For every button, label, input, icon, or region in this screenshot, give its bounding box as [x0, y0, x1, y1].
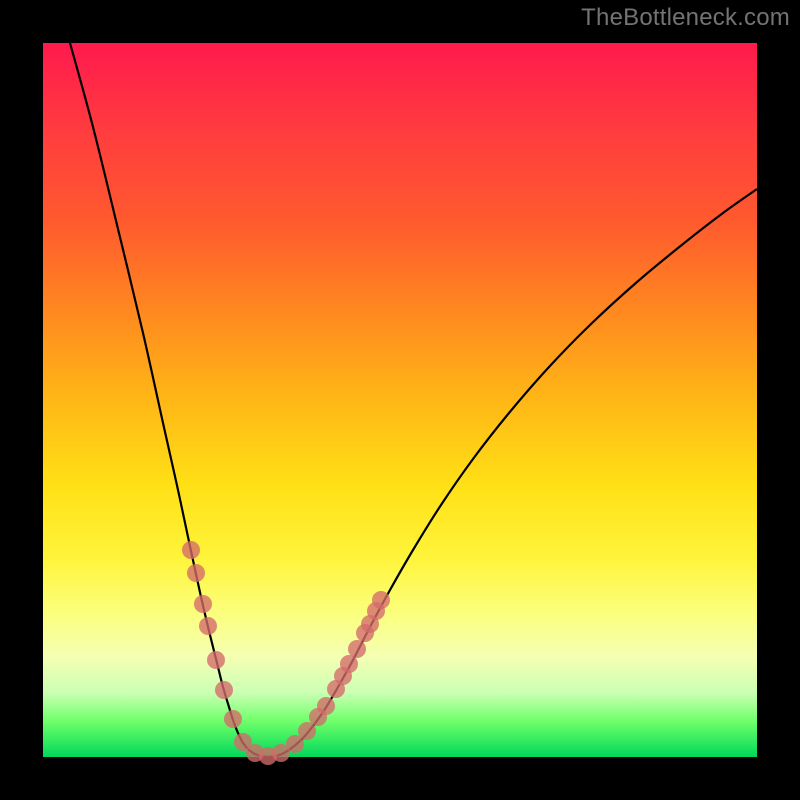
datapoint-marker — [215, 681, 233, 699]
datapoint-marker — [372, 591, 390, 609]
datapoint-marker — [317, 697, 335, 715]
datapoint-marker — [348, 640, 366, 658]
datapoint-marker — [224, 710, 242, 728]
datapoint-markers — [182, 541, 390, 765]
curve-svg — [43, 43, 757, 757]
outer-frame: TheBottleneck.com — [0, 0, 800, 800]
datapoint-marker — [194, 595, 212, 613]
datapoint-marker — [187, 564, 205, 582]
datapoint-marker — [182, 541, 200, 559]
plot-area — [43, 43, 757, 757]
datapoint-marker — [199, 617, 217, 635]
datapoint-marker — [207, 651, 225, 669]
bottleneck-curve — [70, 43, 757, 757]
datapoint-marker — [298, 722, 316, 740]
watermark-text: TheBottleneck.com — [581, 4, 790, 32]
